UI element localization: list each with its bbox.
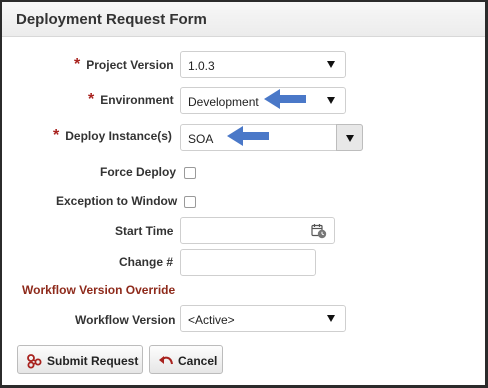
required-marker: *	[74, 56, 81, 73]
annotation-arrow-icon	[264, 89, 306, 109]
caret-down-icon	[327, 61, 335, 68]
form-header: Deployment Request Form	[2, 2, 485, 37]
annotation-arrow-icon	[227, 126, 269, 146]
submit-request-label: Submit Request	[47, 354, 139, 368]
cancel-button[interactable]: Cancel	[149, 345, 223, 374]
environment-label-text: Environment	[100, 93, 174, 107]
workflow-override-heading: Workflow Version Override	[22, 283, 176, 297]
deploy-instances-value: SOA	[188, 132, 214, 146]
start-time-input[interactable]	[180, 217, 335, 244]
cancel-undo-icon	[159, 356, 173, 365]
submit-request-button[interactable]: Submit Request	[17, 345, 143, 374]
deployment-request-window: Deployment Request Form * Project Version…	[0, 0, 488, 388]
deploy-instances-dropdown-button[interactable]	[336, 124, 363, 151]
submit-workflow-icon	[27, 354, 42, 369]
environment-value: Development	[188, 95, 259, 109]
project-version-label-text: Project Version	[86, 58, 174, 72]
caret-down-icon	[327, 315, 335, 322]
workflow-version-value: <Active>	[188, 313, 235, 327]
change-number-input[interactable]	[180, 249, 316, 276]
page-title: Deployment Request Form	[16, 11, 207, 28]
force-deploy-label: Force Deploy	[100, 165, 177, 179]
caret-down-icon	[327, 97, 335, 104]
deploy-instances-label: * Deploy Instance(s)	[53, 127, 172, 145]
required-marker: *	[53, 127, 60, 144]
exception-to-window-checkbox[interactable]	[184, 196, 196, 208]
exception-to-window-label: Exception to Window	[56, 194, 178, 208]
workflow-version-label: Workflow Version	[75, 313, 176, 327]
workflow-version-select[interactable]: <Active>	[180, 305, 346, 332]
caret-down-icon	[346, 135, 354, 142]
project-version-label: * Project Version	[74, 56, 174, 74]
project-version-select[interactable]: 1.0.3	[180, 51, 346, 78]
deploy-instances-label-text: Deploy Instance(s)	[65, 129, 172, 143]
deploy-instances-combobox[interactable]: SOA	[180, 124, 363, 151]
environment-label: * Environment	[88, 91, 174, 109]
project-version-value: 1.0.3	[188, 59, 215, 73]
cancel-label: Cancel	[178, 354, 218, 368]
start-time-label: Start Time	[115, 224, 174, 238]
force-deploy-checkbox[interactable]	[184, 167, 196, 179]
calendar-clock-icon[interactable]	[311, 223, 327, 239]
change-number-label: Change #	[119, 255, 174, 269]
required-marker: *	[88, 91, 95, 108]
